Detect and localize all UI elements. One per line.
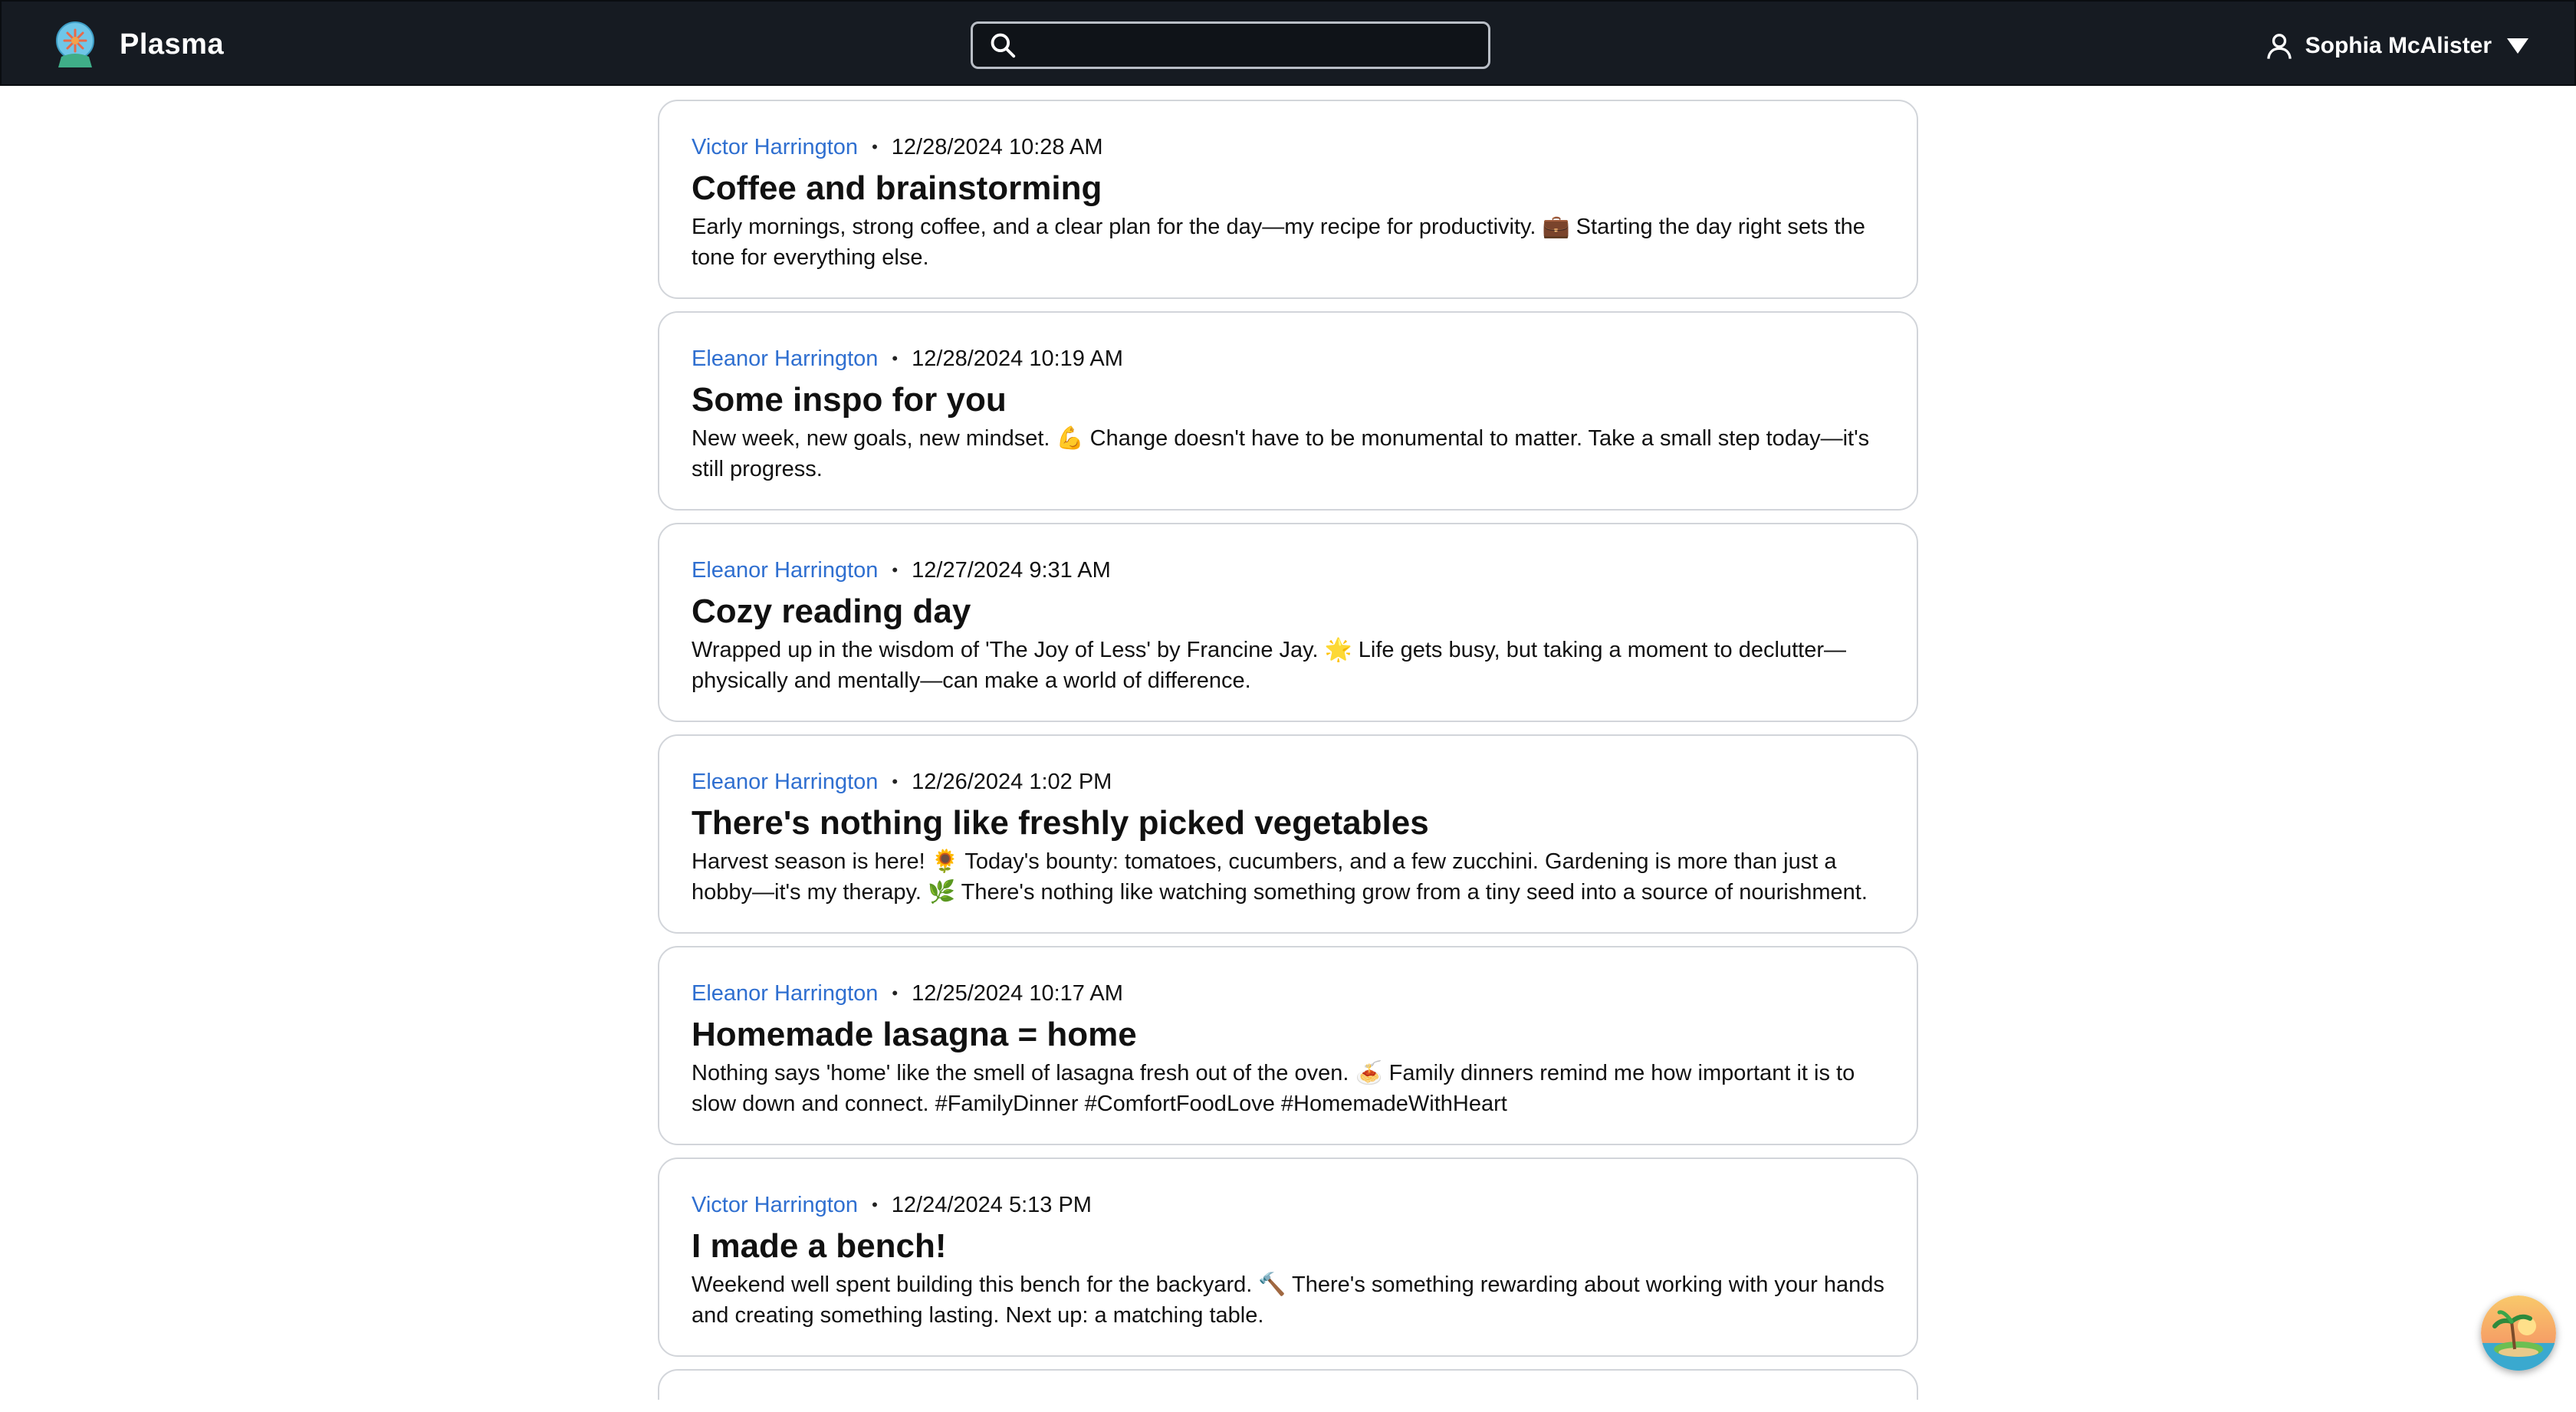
post-timestamp: 12/24/2024 5:13 PM xyxy=(891,1193,1092,1217)
post-timestamp: 12/26/2024 1:02 PM xyxy=(912,770,1112,794)
user-name: Sophia McAlister xyxy=(2305,33,2492,58)
assistant-avatar-button[interactable] xyxy=(2481,1295,2556,1371)
post-body: Wrapped up in the wisdom of 'The Joy of … xyxy=(692,638,1846,693)
post-card-partial[interactable] xyxy=(658,1369,1918,1400)
user-icon xyxy=(2266,34,2292,59)
meta-separator: • xyxy=(892,983,899,1003)
brand[interactable]: Plasma xyxy=(51,20,224,69)
post-card[interactable]: Eleanor Harrington • 12/28/2024 10:19 AM… xyxy=(658,311,1918,511)
post-card[interactable]: Victor Harrington • 12/24/2024 5:13 PM I… xyxy=(658,1158,1918,1357)
search-input[interactable] xyxy=(1025,25,1488,65)
post-body: Early mornings, strong coffee, and a cle… xyxy=(692,215,1865,270)
post-meta: Eleanor Harrington • 12/26/2024 1:02 PM xyxy=(692,768,1886,796)
post-author-link[interactable]: Victor Harrington xyxy=(692,133,858,161)
post-timestamp: 12/28/2024 10:19 AM xyxy=(912,346,1123,371)
post-meta: Victor Harrington • 12/24/2024 5:13 PM xyxy=(692,1191,1886,1219)
post-meta: Eleanor Harrington • 12/27/2024 9:31 AM xyxy=(692,557,1886,584)
post-title[interactable]: Homemade lasagna = home xyxy=(692,1015,1886,1055)
post-card[interactable]: Eleanor Harrington • 12/25/2024 10:17 AM… xyxy=(658,946,1918,1145)
post-title[interactable]: Coffee and brainstorming xyxy=(692,169,1886,209)
search-bar[interactable] xyxy=(971,21,1490,69)
post-body: New week, new goals, new mindset. 💪 Chan… xyxy=(692,426,1870,481)
post-body: Nothing says 'home' like the smell of la… xyxy=(692,1061,1855,1116)
post-card[interactable]: Eleanor Harrington • 12/26/2024 1:02 PM … xyxy=(658,734,1918,934)
meta-separator: • xyxy=(892,560,899,580)
meta-separator: • xyxy=(872,1195,878,1214)
post-card[interactable]: Victor Harrington • 12/28/2024 10:28 AM … xyxy=(658,100,1918,299)
post-author-link[interactable]: Eleanor Harrington xyxy=(692,980,878,1007)
post-feed: Victor Harrington • 12/28/2024 10:28 AM … xyxy=(658,100,1918,1412)
user-menu[interactable]: Sophia McAlister xyxy=(2264,23,2528,69)
post-author-link[interactable]: Victor Harrington xyxy=(692,1191,858,1219)
post-body: Harvest season is here! 🌻 Today's bounty… xyxy=(692,849,1868,905)
post-meta: Victor Harrington • 12/28/2024 10:28 AM xyxy=(692,133,1886,161)
meta-separator: • xyxy=(892,349,899,368)
post-author-link[interactable]: Eleanor Harrington xyxy=(692,557,878,584)
app-name: Plasma xyxy=(120,28,225,61)
post-meta: Eleanor Harrington • 12/25/2024 10:17 AM xyxy=(692,980,1886,1007)
post-body: Weekend well spent building this bench f… xyxy=(692,1272,1884,1328)
post-title[interactable]: I made a bench! xyxy=(692,1226,1886,1266)
meta-separator: • xyxy=(892,772,899,791)
island-avatar-icon xyxy=(2481,1295,2556,1371)
post-title[interactable]: Some inspo for you xyxy=(692,380,1886,420)
meta-separator: • xyxy=(872,137,878,156)
search-icon xyxy=(991,33,1016,58)
post-author-link[interactable]: Eleanor Harrington xyxy=(692,768,878,796)
post-author-link[interactable]: Eleanor Harrington xyxy=(692,345,878,373)
top-navigation-bar: Plasma Sophia McAlister xyxy=(0,0,2576,86)
post-timestamp: 12/25/2024 10:17 AM xyxy=(912,981,1123,1006)
post-timestamp: 12/27/2024 9:31 AM xyxy=(912,558,1111,583)
post-card[interactable]: Eleanor Harrington • 12/27/2024 9:31 AM … xyxy=(658,523,1918,722)
post-title[interactable]: There's nothing like freshly picked vege… xyxy=(692,803,1886,843)
post-timestamp: 12/28/2024 10:28 AM xyxy=(891,135,1103,159)
chevron-down-icon[interactable] xyxy=(2507,38,2528,54)
snow-globe-logo-icon xyxy=(56,21,94,67)
post-meta: Eleanor Harrington • 12/28/2024 10:19 AM xyxy=(692,345,1886,373)
post-title[interactable]: Cozy reading day xyxy=(692,592,1886,632)
